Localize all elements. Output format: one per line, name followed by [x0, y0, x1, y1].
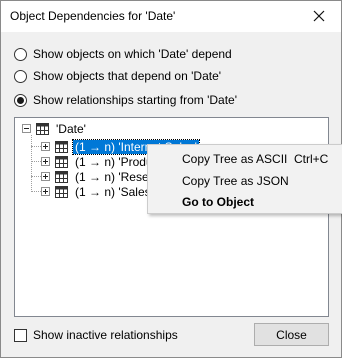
tree-connector [31, 135, 32, 192]
close-button[interactable]: Close [254, 323, 329, 346]
tree-node-product[interactable]: (1 → n) 'Produ [41, 154, 155, 169]
tree-connector [31, 161, 41, 162]
tree-connector [31, 191, 41, 192]
table-icon [36, 122, 49, 135]
table-icon [55, 170, 68, 183]
expand-icon[interactable] [41, 142, 50, 151]
radio-label: Show objects on which 'Date' depend [33, 47, 232, 61]
radio-depends-on[interactable]: Show objects on which 'Date' depend [14, 46, 232, 62]
menu-item-label: Copy Tree as ASCII [182, 152, 288, 166]
window-close-button[interactable] [297, 1, 341, 32]
window-title: Object Dependencies for 'Date' [10, 9, 176, 23]
inactive-relationships-checkbox[interactable] [14, 328, 27, 342]
menu-item-go-to-object[interactable]: Go to Object [148, 191, 342, 213]
menu-item-label: Go to Object [182, 195, 254, 209]
close-icon [313, 10, 325, 22]
menu-item-shortcut: Ctrl+C [294, 152, 329, 166]
tree-node-label: 'Date' [56, 121, 86, 136]
tree-node-label: (1 → n) 'Produ [75, 154, 153, 169]
menu-item-copy-ascii[interactable]: Copy Tree as ASCII Ctrl+C [148, 148, 342, 170]
expand-icon[interactable] [41, 187, 50, 196]
collapse-icon[interactable] [22, 124, 31, 133]
title-bar: Object Dependencies for 'Date' [1, 1, 341, 32]
table-icon [55, 140, 68, 153]
table-icon [55, 185, 68, 198]
inactive-relationships-option[interactable]: Show inactive relationships [14, 327, 178, 343]
radio-label: Show objects that depend on 'Date' [33, 69, 222, 83]
tree-connector [31, 176, 41, 177]
radio-button[interactable] [14, 69, 27, 83]
radio-button-selected[interactable] [14, 93, 27, 107]
radio-label: Show relationships starting from 'Date' [33, 93, 238, 107]
tree-node-sales[interactable]: (1 → n) 'Sales [41, 184, 153, 199]
tree-node-label: (1 → n) 'Sales [75, 184, 151, 199]
context-menu: Copy Tree as ASCII Ctrl+C Copy Tree as J… [147, 144, 342, 214]
tree-node-reseller[interactable]: (1 → n) 'Resell [41, 169, 156, 184]
tree-connector [31, 146, 41, 147]
radio-depend-on-date[interactable]: Show objects that depend on 'Date' [14, 68, 221, 84]
table-icon [55, 155, 68, 168]
checkbox-label: Show inactive relationships [33, 328, 178, 342]
expand-icon[interactable] [41, 172, 50, 181]
radio-button[interactable] [14, 47, 27, 61]
menu-item-copy-json[interactable]: Copy Tree as JSON [148, 170, 342, 192]
menu-item-label: Copy Tree as JSON [182, 174, 289, 188]
expand-icon[interactable] [41, 157, 50, 166]
tree-node-label: (1 → n) 'Resell [75, 169, 154, 184]
tree-root-node[interactable]: 'Date' [22, 121, 88, 136]
radio-relationships[interactable]: Show relationships starting from 'Date' [14, 92, 237, 108]
object-dependencies-dialog: Object Dependencies for 'Date' Show obje… [0, 0, 342, 358]
